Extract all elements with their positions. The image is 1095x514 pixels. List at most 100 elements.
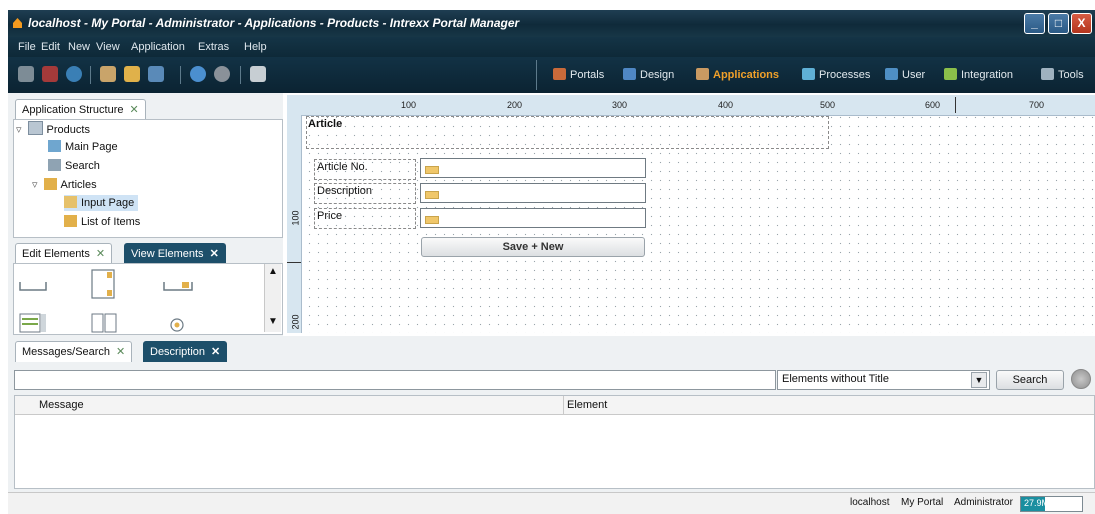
- column-message[interactable]: Message: [39, 399, 84, 411]
- integration-icon: [944, 68, 957, 80]
- users-icon[interactable]: [100, 66, 116, 82]
- perspective-label: Tools: [1058, 69, 1084, 81]
- menu-bar: File Edit New View Application Extras He…: [8, 37, 1095, 57]
- ruler-mark: 400: [718, 100, 734, 110]
- ruler-mark: 100: [401, 100, 417, 110]
- status-user: Administrator: [954, 497, 1013, 508]
- ruler-mark: 200: [507, 100, 523, 110]
- tab-edit-elements[interactable]: Edit Elements ✕: [15, 243, 113, 264]
- close-icon[interactable]: ✕: [96, 248, 105, 260]
- tab-description[interactable]: Description ✕: [143, 341, 228, 362]
- ruler-mark: 300: [612, 100, 628, 110]
- list-page-icon: [64, 215, 77, 227]
- combobox-element-icon[interactable]: [162, 272, 194, 294]
- input-page-icon: [64, 196, 77, 208]
- perspective-label: User: [902, 69, 926, 81]
- price-field[interactable]: [420, 208, 646, 228]
- search-button[interactable]: Search: [996, 370, 1064, 390]
- filter-select[interactable]: Elements without Title ▼: [777, 370, 990, 390]
- checkbox-element-icon[interactable]: [90, 312, 120, 334]
- tree-item-label: List of Items: [81, 216, 141, 228]
- search-input[interactable]: [14, 370, 776, 390]
- menu-extras[interactable]: Extras: [198, 41, 229, 53]
- tab-view-elements[interactable]: View Elements ✕: [124, 243, 226, 264]
- collapse-icon[interactable]: ▿: [16, 124, 22, 136]
- perspective-portals[interactable]: Portals: [553, 68, 604, 81]
- structure-tree: ▿ Products Main Page Search ▿ Articles Inp…: [13, 119, 283, 238]
- page-icon: [48, 140, 61, 152]
- page-dropdown-icon[interactable]: [250, 66, 266, 82]
- radio-element-icon[interactable]: [168, 316, 186, 334]
- perspective-label: Applications: [713, 69, 780, 81]
- messages-table: Message Element: [14, 395, 1095, 489]
- tree-item-articles[interactable]: ▿ Articles: [32, 177, 97, 193]
- label-text: Price: [317, 210, 343, 222]
- tree-item-search[interactable]: Search: [48, 158, 100, 174]
- scroll-down-icon[interactable]: ▼: [268, 316, 278, 327]
- save-new-button[interactable]: Save + New: [421, 237, 645, 257]
- menu-help[interactable]: Help: [244, 41, 267, 53]
- chevron-down-icon[interactable]: ▼: [971, 372, 987, 388]
- new-icon[interactable]: [18, 66, 34, 82]
- perspective-integration[interactable]: Integration: [944, 68, 1013, 81]
- tree-item-main-page[interactable]: Main Page: [48, 139, 118, 155]
- menu-file[interactable]: File: [18, 41, 36, 53]
- scroll-up-icon[interactable]: ▲: [268, 266, 278, 277]
- column-divider[interactable]: [563, 396, 564, 414]
- design-icon: [623, 68, 636, 80]
- list-element-icon[interactable]: [18, 312, 48, 334]
- close-icon[interactable]: ✕: [116, 346, 125, 358]
- menu-new[interactable]: New: [68, 41, 90, 53]
- title-bar: localhost - My Portal - Administrator - …: [8, 10, 1095, 37]
- window-title: localhost - My Portal - Administrator - …: [28, 16, 520, 30]
- perspective-label: Processes: [819, 69, 871, 81]
- ruler-cursor: [955, 97, 956, 113]
- stop-icon[interactable]: [214, 66, 230, 82]
- close-icon[interactable]: ✕: [210, 248, 219, 260]
- article-no-field[interactable]: [420, 158, 646, 178]
- description-field[interactable]: [420, 183, 646, 203]
- tab-messages-search[interactable]: Messages/Search ✕: [15, 341, 133, 362]
- processes-icon: [802, 68, 815, 80]
- perspective-applications[interactable]: Applications: [696, 68, 779, 81]
- datagroup-icon: [43, 178, 57, 190]
- ruler-mark: 600: [925, 100, 941, 110]
- globe-icon[interactable]: [66, 66, 82, 82]
- ruler-mark: 200: [290, 314, 301, 330]
- close-button[interactable]: X: [1071, 13, 1092, 34]
- textarea-element-icon[interactable]: [90, 268, 116, 300]
- column-element[interactable]: Element: [567, 399, 607, 411]
- tree-item-label: Products: [46, 124, 90, 136]
- elements-palette: ▲ ▼: [13, 263, 283, 335]
- settings-dropdown-icon[interactable]: [148, 66, 164, 82]
- minimize-button[interactable]: _: [1024, 13, 1045, 34]
- article-groupbox[interactable]: [306, 116, 829, 149]
- tree-item-products[interactable]: ▿ Products: [16, 121, 90, 137]
- publish-icon[interactable]: [190, 66, 206, 82]
- close-icon[interactable]: ✕: [211, 346, 220, 358]
- collapse-icon[interactable]: ▿: [32, 179, 38, 191]
- tab-application-structure[interactable]: Application Structure ✕: [15, 99, 146, 120]
- application-icon: [27, 121, 43, 135]
- ruler-mark: 500: [820, 100, 836, 110]
- palette-scrollbar[interactable]: ▲ ▼: [264, 264, 281, 332]
- textfield-element-icon[interactable]: [18, 272, 48, 294]
- perspective-label: Integration: [961, 69, 1013, 81]
- field-icon: [425, 191, 439, 199]
- tree-item-label: Search: [65, 160, 100, 172]
- maximize-button[interactable]: □: [1048, 13, 1069, 34]
- menu-application[interactable]: Application: [131, 41, 185, 53]
- memory-bar[interactable]: 27.9M: [1020, 496, 1083, 512]
- tree-item-list-of-items[interactable]: List of Items: [64, 214, 140, 230]
- perspective-tools[interactable]: Tools: [1041, 68, 1084, 81]
- perspective-user[interactable]: User: [885, 68, 925, 81]
- perspective-processes[interactable]: Processes: [802, 68, 870, 81]
- menu-view[interactable]: View: [96, 41, 120, 53]
- tree-item-input-page[interactable]: Input Page: [64, 195, 139, 211]
- menu-edit[interactable]: Edit: [41, 41, 60, 53]
- close-icon[interactable]: ✕: [130, 104, 139, 116]
- perspective-design[interactable]: Design: [623, 68, 674, 81]
- save-icon[interactable]: [124, 66, 140, 82]
- delete-icon[interactable]: [42, 66, 58, 82]
- status-indicator-icon[interactable]: [1071, 369, 1091, 389]
